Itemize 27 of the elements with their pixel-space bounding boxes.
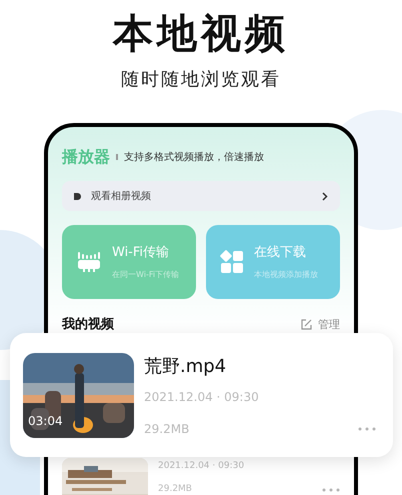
app-name: 播放器: [62, 146, 110, 168]
chevron-right-icon: [322, 192, 328, 200]
video-duration: 03:04: [28, 412, 63, 430]
action-subtitle: 本地视频添加播放: [254, 268, 318, 281]
more-icon[interactable]: [322, 488, 340, 492]
action-title: Wi-Fi传输: [112, 244, 170, 262]
action-title: 在线下载: [254, 244, 307, 262]
tag-icon: [74, 192, 81, 200]
album-videos-bar[interactable]: 观看相册视频: [62, 181, 340, 211]
edit-icon: [301, 319, 312, 330]
app-tagline: 支持多格式视频播放，倍速播放: [124, 150, 264, 164]
video-size: 29.2MB: [158, 483, 192, 495]
video-title: 荒野.mp4: [144, 355, 228, 379]
action-subtitle: 在同一Wi-Fi下传输: [112, 268, 180, 281]
router-icon: [76, 249, 102, 275]
page-subtitle: 随时随地浏览观看: [121, 68, 281, 92]
video-date: 2021.12.04 · 09:30: [144, 389, 260, 406]
section-title: 我的视频: [62, 316, 114, 334]
video-size: 29.2MB: [144, 421, 190, 438]
page-title: 本地视频: [113, 10, 289, 59]
separator-icon: [116, 154, 118, 160]
manage-button[interactable]: 管理: [301, 316, 340, 333]
action-card[interactable]: Wi-Fi传输 在同一Wi-Fi下传输: [62, 225, 196, 299]
video-date: 2021.12.04 · 09:30: [158, 460, 246, 472]
featured-video-card[interactable]: 03:04 荒野.mp4 2021.12.04 · 09:30 29.2MB: [10, 333, 393, 457]
apps-icon: [220, 250, 244, 274]
more-icon[interactable]: [358, 427, 376, 431]
